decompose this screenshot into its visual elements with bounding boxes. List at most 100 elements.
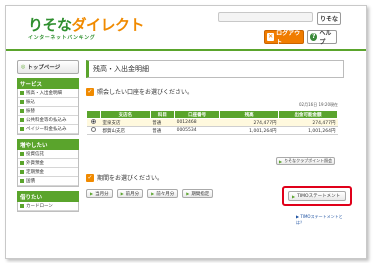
club-points-label: りそなクラブポイント照会 [284, 158, 333, 163]
bullet-icon [20, 118, 24, 122]
logo-subtitle: インターネットバンキング [28, 35, 96, 41]
sidebar-item-transfer[interactable]: 振込 [18, 98, 78, 107]
arrow-right-icon: ▶ [186, 191, 190, 196]
two-months-ago-button[interactable]: ▶ 前々月分 [147, 189, 179, 198]
timo-highlight-box: ▶ TIMOステートメント [282, 186, 352, 206]
sidebar-group-title: 増やしたい [20, 142, 48, 149]
period-buttons: ▶ 当月分 ▶ 前月分 ▶ 前々月分 ▶ 期間指定 [86, 189, 214, 198]
as-of-timestamp: 02月16日 19:20現在 [299, 102, 338, 107]
number-cell: 0005534 [174, 126, 220, 135]
account-select-label: 照会したい口座をお選びください。 [97, 89, 194, 96]
bullet-icon [20, 100, 24, 104]
sidebar-item-balance[interactable]: 残高・入出金明細 [18, 89, 78, 98]
sidebar-item-label: 残高・入出金明細 [26, 91, 62, 96]
sidebar-item-label: 公共料金等の払込み [26, 118, 67, 123]
sidebar-borrow-list: カードローン [17, 202, 79, 212]
sidebar-item-label: 振込 [26, 100, 35, 105]
balance-cell: 274,477円 [219, 118, 279, 127]
logout-icon: ✕ [267, 33, 275, 41]
period-button-label: 期間指定 [191, 191, 210, 197]
period-label: 期間をお選びください。 [97, 175, 164, 182]
arrow-right-icon: ▶ [120, 191, 124, 196]
sidebar-item-label: ペイジー料金払込み [26, 127, 67, 132]
browser-frame: りそなダイレクト インターネットバンキング りそな ✕ ログアウト ? ヘルプ … [5, 5, 367, 259]
arrow-right-icon: ▶ [279, 158, 283, 164]
help-label: ヘルプ [319, 30, 332, 46]
logo-text: りそなダイレクト [28, 16, 145, 34]
account-select-heading: ✓ 照会したい口座をお選びください。 [86, 87, 344, 96]
sidebar-item-label: 国債 [26, 179, 35, 184]
sidebar-item-utility-payment[interactable]: 公共料金等の払込み [18, 116, 78, 125]
sidebar-item-payeasy[interactable]: ペイジー料金払込み [18, 125, 78, 134]
bullet-icon [20, 109, 24, 113]
bullet-icon [20, 91, 24, 95]
arrow-right-icon: ▶ [292, 193, 296, 199]
account-radio[interactable] [91, 127, 96, 132]
sidebar-item-label: カードローン [26, 204, 53, 209]
arrow-right-icon: ▶ [90, 191, 94, 196]
sidebar-item-label: 振替 [26, 109, 35, 114]
bullet-icon [20, 161, 24, 165]
sidebar-item-foreign-deposit[interactable]: 外貨預金 [18, 159, 78, 168]
number-cell: 0012468 [174, 118, 220, 127]
sidebar-item-card-loan[interactable]: カードローン [18, 202, 78, 211]
custom-period-button[interactable]: ▶ 期間指定 [182, 189, 214, 198]
period-section: ✓ 期間をお選びください。 ▶ 当月分 ▶ 前月分 ▶ 前々月分 ▶ 期間指定 [86, 173, 214, 198]
resona-direct-logo[interactable]: りそなダイレクト インターネットバンキング [28, 16, 145, 41]
col-select [86, 110, 101, 119]
club-points-button[interactable]: ▶ りそなクラブポイント照会 [276, 157, 336, 165]
top-page-button[interactable]: ◎ トップページ [17, 60, 79, 74]
sidebar-item-label: 定期預金 [26, 170, 44, 175]
sidebar-group-invest: 増やしたい [17, 139, 79, 150]
header-divider [6, 49, 366, 51]
sidebar: ◎ トップページ サービス 残高・入出金明細 振込 振替 公共料金等の払込み ペ… [17, 60, 79, 212]
help-icon: ? [310, 33, 318, 41]
available-cell: 1,001,264円 [278, 126, 338, 135]
logout-label: ログアウト [276, 30, 301, 46]
sidebar-services-list: 残高・入出金明細 振込 振替 公共料金等の払込み ペイジー料金払込み [17, 89, 79, 135]
type-cell: 普通 [150, 126, 175, 135]
period-button-label: 当月分 [95, 191, 109, 197]
help-button[interactable]: ? ヘルプ [307, 30, 337, 46]
top-page-icon: ◎ [21, 64, 26, 70]
sidebar-group-title: サービス [20, 81, 43, 88]
sidebar-group-services: サービス [17, 78, 79, 89]
site-header: りそなダイレクト インターネットバンキング りそな ✕ ログアウト ? ヘルプ [6, 6, 366, 51]
table-row[interactable]: 郡賀山支店 普通 0005534 1,001,264円 1,001,264円 [86, 126, 338, 135]
account-table: 支店名 科目 口座番号 残高 出金可能金額 室泉支店 普通 0012468 27… [86, 110, 338, 135]
account-radio[interactable] [91, 119, 96, 124]
bullet-icon [20, 127, 24, 131]
col-balance: 残高 [219, 110, 280, 119]
timo-link-label: TIMOステートメントとは？ [296, 214, 343, 225]
bullet-icon [20, 204, 24, 208]
page-title-text: 残高・入出金明細 [93, 65, 149, 73]
branch-cell: 郡賀山支店 [100, 126, 151, 135]
logout-button[interactable]: ✕ ログアウト [264, 30, 304, 46]
sidebar-item-account-transfer[interactable]: 振替 [18, 107, 78, 116]
table-row[interactable]: 室泉支店 普通 0012468 274,477円 274,477円 [86, 118, 338, 127]
sidebar-item-bonds[interactable]: 国債 [18, 177, 78, 186]
sidebar-item-time-deposit[interactable]: 定期預金 [18, 168, 78, 177]
period-button-label: 前月分 [125, 191, 140, 197]
last-month-button[interactable]: ▶ 前月分 [116, 189, 144, 198]
col-available: 出金可能金額 [278, 110, 338, 119]
col-type: 科目 [149, 110, 176, 119]
resona-brand-badge: りそな [317, 12, 342, 25]
sidebar-item-label: 外貨預金 [26, 161, 44, 166]
check-icon: ✓ [86, 173, 94, 182]
sidebar-item-investment-trust[interactable]: 投資信託 [18, 150, 78, 159]
row-radio-cell[interactable] [86, 118, 101, 127]
row-radio-cell[interactable] [86, 126, 101, 135]
sidebar-invest-list: 投資信託 外貨預金 定期預金 国債 [17, 150, 79, 187]
bullet-icon [20, 170, 24, 174]
header-info-box [218, 12, 313, 22]
col-branch: 支店名 [100, 110, 151, 119]
timo-button-label: TIMOステートメント [297, 194, 341, 199]
timo-statement-button[interactable]: ▶ TIMOステートメント [288, 191, 346, 201]
bullet-icon [20, 152, 24, 156]
this-month-button[interactable]: ▶ 当月分 [86, 189, 113, 198]
col-number: 口座番号 [174, 110, 221, 119]
balance-cell: 1,001,264円 [219, 126, 279, 135]
timo-info-link[interactable]: ▶ TIMOステートメントとは？ [296, 214, 344, 226]
available-cell: 274,477円 [278, 118, 338, 127]
